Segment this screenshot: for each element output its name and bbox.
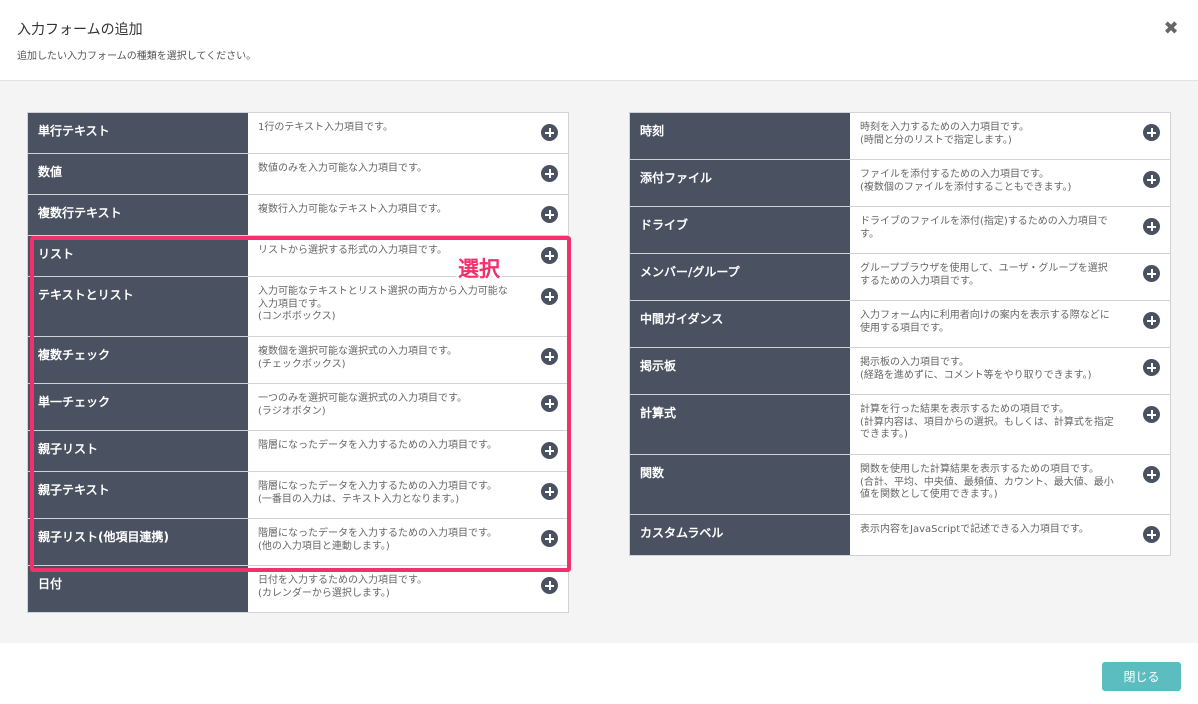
form-type-description: 階層になったデータを入力するための入力項目です。 (他の入力項目と連動します。) bbox=[258, 528, 497, 552]
form-type-description: ファイルを添付するための入力項目です。 (複数個のファイルを添付することもできま… bbox=[860, 169, 1072, 193]
add-plus-icon[interactable] bbox=[541, 165, 558, 182]
form-type-name: 複数行テキスト bbox=[28, 195, 248, 235]
form-type-description: 入力可能なテキストとリスト選択の両方から入力可能な 入力項目です。 (コンボボッ… bbox=[258, 286, 508, 322]
dialog-subtitle: 追加したい入力フォームの種類を選択してください。 bbox=[17, 51, 257, 62]
form-type-description: 階層になったデータを入力するための入力項目です。 (一番目の入力は、テキスト入力… bbox=[258, 481, 497, 505]
form-type-row[interactable]: 関数 関数を使用した計算結果を表示するための項目です。 (合計、平均、中央値、最… bbox=[630, 455, 1170, 515]
form-type-name: リスト bbox=[28, 236, 248, 276]
form-type-name: 日付 bbox=[28, 566, 248, 612]
form-type-description: 複数行入力可能なテキスト入力項目です。 bbox=[258, 204, 447, 215]
form-type-row[interactable]: 数値 数値のみを入力可能な入力項目です。 bbox=[28, 154, 568, 195]
form-type-row[interactable]: メンバー/グループ グループブラウザを使用して、ユーザ・グループを選択 するため… bbox=[630, 254, 1170, 301]
add-plus-icon[interactable] bbox=[541, 577, 558, 594]
form-type-description: 一つのみを選択可能な選択式の入力項目です。 (ラジオボタン) bbox=[258, 393, 467, 417]
form-type-name: 中間ガイダンス bbox=[630, 301, 850, 347]
form-type-name: カスタムラベル bbox=[630, 515, 850, 555]
add-plus-icon[interactable] bbox=[1143, 171, 1160, 188]
form-type-name: テキストとリスト bbox=[28, 277, 248, 336]
add-plus-icon[interactable] bbox=[541, 288, 558, 305]
form-type-row[interactable]: 単行テキスト 1行のテキスト入力項目です。 bbox=[28, 113, 568, 154]
form-type-description: 計算を行った結果を表示するための項目です。 (計算内容は、項目からの選択。もしく… bbox=[860, 404, 1114, 440]
form-type-row[interactable]: 日付 日付を入力するための入力項目です。 (カレンダーから選択します。) bbox=[28, 566, 568, 613]
add-plus-icon[interactable] bbox=[541, 483, 558, 500]
form-type-description: 入力フォーム内に利用者向けの案内を表示する際などに 使用する項目です。 bbox=[860, 310, 1110, 334]
form-type-list-area: 単行テキスト 1行のテキスト入力項目です。 数値 数値のみを入力可能な入力項目で… bbox=[0, 81, 1198, 643]
form-type-row[interactable]: 時刻 時刻を入力するための入力項目です。 (時間と分のリストで指定します。) bbox=[630, 113, 1170, 160]
dialog-footer bbox=[0, 643, 1198, 704]
add-plus-icon[interactable] bbox=[1143, 124, 1160, 141]
form-type-name: ドライブ bbox=[630, 207, 850, 253]
close-button[interactable]: 閉じる bbox=[1102, 662, 1181, 691]
form-type-row[interactable]: テキストとリスト 入力可能なテキストとリスト選択の両方から入力可能な 入力項目で… bbox=[28, 277, 568, 337]
form-type-description: ドライブのファイルを添付(指定)するための入力項目で す。 bbox=[860, 216, 1108, 240]
form-type-name: 掲示板 bbox=[630, 348, 850, 394]
form-type-list-left: 単行テキスト 1行のテキスト入力項目です。 数値 数値のみを入力可能な入力項目で… bbox=[27, 112, 569, 613]
form-type-description: 1行のテキスト入力項目です。 bbox=[258, 122, 394, 133]
form-type-description: 掲示板の入力項目です。 (経路を進めずに、コメント等をやり取りできます。) bbox=[860, 357, 1092, 381]
form-type-description: リストから選択する形式の入力項目です。 bbox=[258, 245, 447, 256]
form-type-description: 関数を使用した計算結果を表示するための項目です。 (合計、平均、中央値、最頻値、… bbox=[860, 464, 1114, 500]
form-type-name: 関数 bbox=[630, 455, 850, 514]
form-type-row[interactable]: 中間ガイダンス 入力フォーム内に利用者向けの案内を表示する際などに 使用する項目… bbox=[630, 301, 1170, 348]
add-plus-icon[interactable] bbox=[1143, 526, 1160, 543]
add-plus-icon[interactable] bbox=[1143, 218, 1160, 235]
form-type-row[interactable]: カスタムラベル 表示内容をJavaScriptで記述できる入力項目です。 bbox=[630, 515, 1170, 556]
form-type-name: 数値 bbox=[28, 154, 248, 194]
dialog-title: 入力フォームの追加 bbox=[17, 22, 143, 38]
form-type-row[interactable]: 親子リスト 階層になったデータを入力するための入力項目です。 bbox=[28, 431, 568, 472]
form-type-list-right: 時刻 時刻を入力するための入力項目です。 (時間と分のリストで指定します。) 添… bbox=[629, 112, 1171, 556]
form-type-name: 時刻 bbox=[630, 113, 850, 159]
form-type-description: 日付を入力するための入力項目です。 (カレンダーから選択します。) bbox=[258, 575, 427, 599]
form-type-row[interactable]: 複数チェック 複数個を選択可能な選択式の入力項目です。 (チェックボックス) bbox=[28, 337, 568, 384]
form-type-row[interactable]: 親子リスト(他項目連携) 階層になったデータを入力するための入力項目です。 (他… bbox=[28, 519, 568, 566]
selection-annotation-label: 選択 bbox=[458, 257, 500, 281]
add-plus-icon[interactable] bbox=[541, 395, 558, 412]
add-plus-icon[interactable] bbox=[1143, 406, 1160, 423]
form-type-row[interactable]: 単一チェック 一つのみを選択可能な選択式の入力項目です。 (ラジオボタン) bbox=[28, 384, 568, 431]
add-plus-icon[interactable] bbox=[541, 442, 558, 459]
add-plus-icon[interactable] bbox=[541, 247, 558, 264]
form-type-name: 単行テキスト bbox=[28, 113, 248, 153]
add-plus-icon[interactable] bbox=[1143, 466, 1160, 483]
form-type-row[interactable]: ドライブ ドライブのファイルを添付(指定)するための入力項目で す。 bbox=[630, 207, 1170, 254]
form-type-description: 階層になったデータを入力するための入力項目です。 bbox=[258, 440, 497, 451]
form-type-description: 数値のみを入力可能な入力項目です。 bbox=[258, 163, 427, 174]
add-plus-icon[interactable] bbox=[541, 124, 558, 141]
form-type-description: 時刻を入力するための入力項目です。 (時間と分のリストで指定します。) bbox=[860, 122, 1029, 146]
form-type-row[interactable]: 掲示板 掲示板の入力項目です。 (経路を進めずに、コメント等をやり取りできます。… bbox=[630, 348, 1170, 395]
form-type-row[interactable]: 計算式 計算を行った結果を表示するための項目です。 (計算内容は、項目からの選択… bbox=[630, 395, 1170, 455]
form-type-name: 単一チェック bbox=[28, 384, 248, 430]
add-plus-icon[interactable] bbox=[1143, 312, 1160, 329]
add-plus-icon[interactable] bbox=[541, 348, 558, 365]
form-type-description: 表示内容をJavaScriptで記述できる入力項目です。 bbox=[860, 524, 1089, 535]
add-plus-icon[interactable] bbox=[541, 530, 558, 547]
form-type-name: 計算式 bbox=[630, 395, 850, 454]
form-type-name: 親子リスト(他項目連携) bbox=[28, 519, 248, 565]
form-type-row[interactable]: 親子テキスト 階層になったデータを入力するための入力項目です。 (一番目の入力は… bbox=[28, 472, 568, 519]
form-type-description: グループブラウザを使用して、ユーザ・グループを選択 するための入力項目です。 bbox=[860, 263, 1108, 287]
add-plus-icon[interactable] bbox=[1143, 265, 1160, 282]
form-type-row[interactable]: 添付ファイル ファイルを添付するための入力項目です。 (複数個のファイルを添付す… bbox=[630, 160, 1170, 207]
form-type-row[interactable]: 複数行テキスト 複数行入力可能なテキスト入力項目です。 bbox=[28, 195, 568, 236]
add-plus-icon[interactable] bbox=[541, 206, 558, 223]
form-type-name: 親子リスト bbox=[28, 431, 248, 471]
form-type-name: 親子テキスト bbox=[28, 472, 248, 518]
form-type-name: 添付ファイル bbox=[630, 160, 850, 206]
form-type-description: 複数個を選択可能な選択式の入力項目です。 (チェックボックス) bbox=[258, 346, 457, 370]
add-plus-icon[interactable] bbox=[1143, 359, 1160, 376]
form-type-name: メンバー/グループ bbox=[630, 254, 850, 300]
dialog-header: 入力フォームの追加 追加したい入力フォームの種類を選択してください。 ✖ bbox=[0, 0, 1198, 81]
form-type-name: 複数チェック bbox=[28, 337, 248, 383]
close-icon[interactable]: ✖ bbox=[1161, 18, 1181, 40]
